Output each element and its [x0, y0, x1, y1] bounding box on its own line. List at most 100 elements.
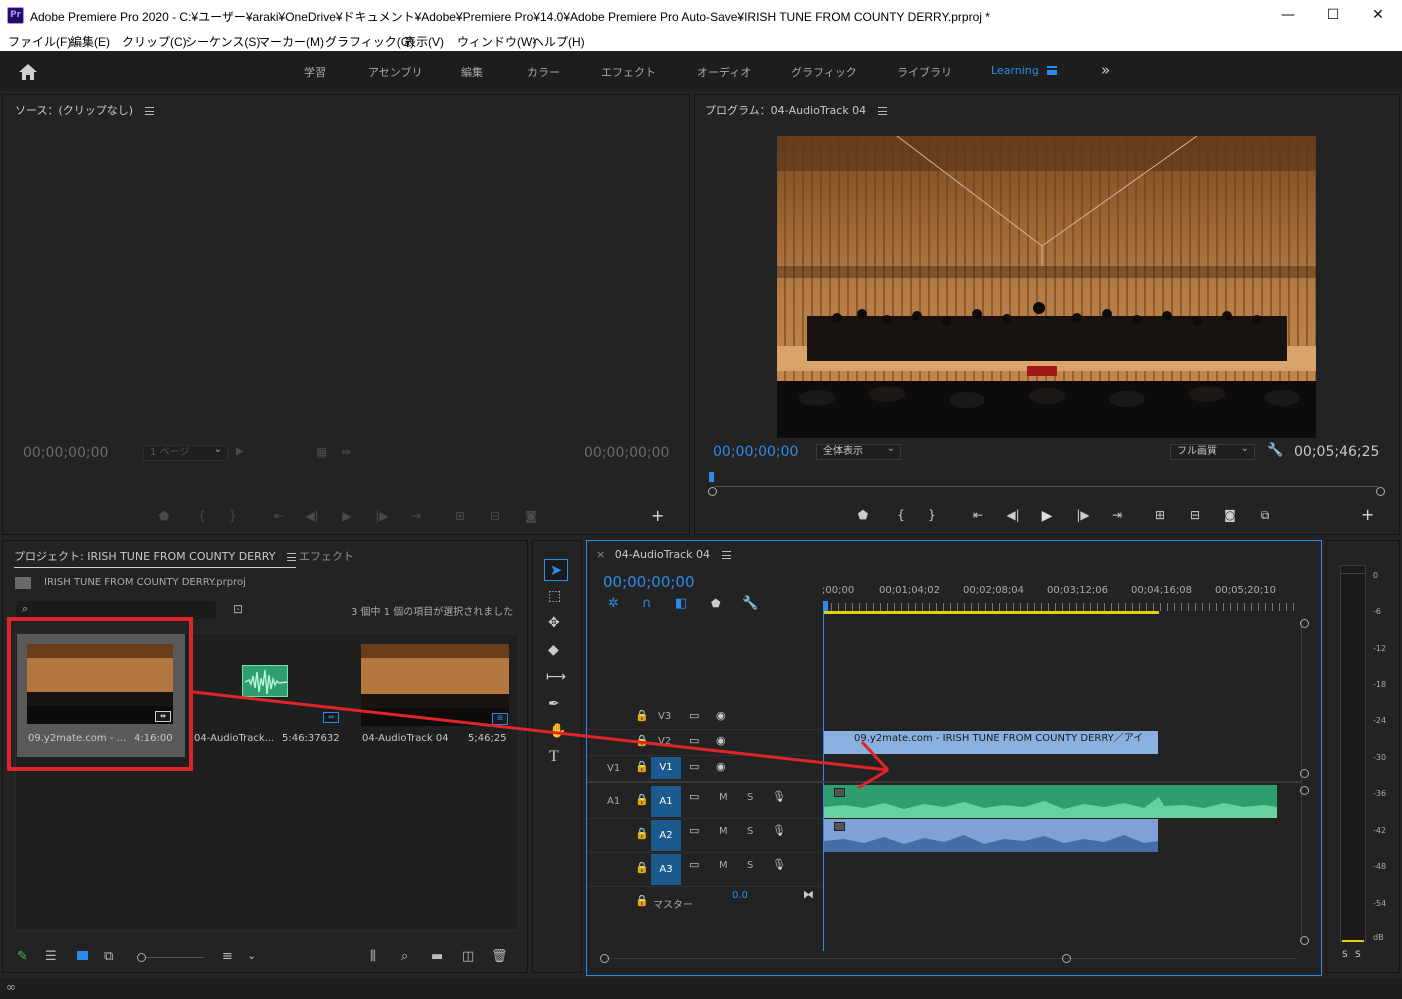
sync-lock-icon[interactable]: ▭	[689, 760, 699, 773]
program-scrub-bar[interactable]	[715, 486, 1379, 487]
track-target-a3[interactable]: A3	[651, 854, 681, 885]
timeline-close-icon[interactable]: ×	[596, 548, 605, 561]
insert-icon[interactable]: ⊞	[449, 509, 471, 523]
project-tab[interactable]: プロジェクト: IRISH TUNE FROM COUNTY DERRY	[14, 548, 296, 568]
source-patch-a1[interactable]: A1	[607, 796, 620, 807]
find-icon[interactable]: ⌕	[401, 949, 408, 964]
project-item[interactable]: ⇹ 04-AudioTrack... 5:46:37632	[188, 634, 352, 757]
step-back-icon[interactable]: ◀|	[301, 509, 323, 523]
track-target-a2[interactable]: A2	[651, 820, 681, 851]
microphone-icon[interactable]: 🎙	[772, 858, 786, 871]
scroll-handle[interactable]	[1300, 936, 1309, 945]
razor-tool-icon[interactable]: ◆	[548, 642, 559, 658]
ws-tab-effects[interactable]: エフェクト	[601, 64, 656, 80]
lock-icon[interactable]: 🔒	[635, 760, 649, 773]
wrench-icon[interactable]: 🔧	[1267, 443, 1283, 458]
maximize-button[interactable]: ☐	[1311, 4, 1355, 26]
ws-tab-learning[interactable]: Learning	[991, 64, 1039, 77]
menu-window[interactable]: ウィンドウ(W)	[457, 33, 536, 50]
eye-icon[interactable]: ◉	[716, 734, 726, 747]
icon-view-icon[interactable]	[77, 951, 88, 960]
nest-sequences-icon[interactable]: ✲	[608, 596, 619, 611]
source-timecode-in[interactable]: 00;00;00;00	[23, 445, 108, 461]
trash-icon[interactable]: 🗑	[491, 949, 508, 964]
freeform-view-icon[interactable]: ⧉	[104, 949, 113, 964]
microphone-icon[interactable]: 🎙	[772, 824, 786, 837]
ws-tab-audio[interactable]: オーディオ	[697, 64, 751, 80]
lock-icon[interactable]: 🔒	[635, 827, 649, 840]
go-to-edit-point-icon[interactable]: ⧓	[803, 888, 814, 901]
menu-help[interactable]: ヘルプ(H)	[532, 33, 585, 50]
video-clip-v2[interactable]: 09.y2mate.com - IRISH TUNE FROM COUNTY D…	[824, 731, 1158, 754]
ws-tab-learn[interactable]: 学習	[304, 64, 326, 80]
more-workspaces-icon[interactable]: »	[1101, 61, 1110, 79]
zoom-handle-right[interactable]	[1376, 487, 1385, 496]
mark-out-icon[interactable]: }	[921, 508, 943, 522]
project-item[interactable]: ⊞ 04-AudioTrack 04 5;46;25	[354, 634, 518, 757]
source-patch-v1[interactable]: V1	[607, 763, 620, 774]
microphone-icon[interactable]: 🎙	[772, 790, 786, 803]
zoom-slider-track[interactable]	[146, 957, 204, 958]
horizontal-scroll-track[interactable]	[605, 958, 1297, 959]
mark-in-icon[interactable]: {	[191, 509, 213, 523]
chevron-down-icon[interactable]: ⌄	[247, 949, 256, 962]
eye-icon[interactable]: ◉	[716, 709, 726, 722]
extract-icon[interactable]: ⊟	[1184, 508, 1206, 522]
zoom-handle-right[interactable]	[1062, 954, 1071, 963]
home-icon[interactable]	[18, 63, 38, 81]
lock-icon[interactable]: 🔒	[635, 894, 649, 907]
ripple-edit-tool-icon[interactable]: ✥	[548, 615, 560, 631]
audio-clip-a2[interactable]	[824, 819, 1158, 852]
effects-tab[interactable]: エフェクト	[299, 548, 354, 564]
program-timeruler[interactable]	[707, 472, 1385, 496]
solo-button[interactable]: S	[747, 826, 753, 837]
lift-icon[interactable]: ⊞	[1149, 508, 1171, 522]
overwrite-icon[interactable]: ⊟	[484, 509, 506, 523]
program-video-frame[interactable]	[777, 136, 1316, 438]
ws-tab-libraries[interactable]: ライブラリ	[897, 64, 952, 80]
add-marker-icon[interactable]: ⬟	[711, 597, 721, 610]
export-frame-icon[interactable]: ◙	[1219, 508, 1241, 522]
export-frame-icon[interactable]: ◙	[520, 509, 542, 523]
source-add-button[interactable]: +	[651, 506, 664, 525]
ws-tab-graphics[interactable]: グラフィック	[791, 64, 857, 80]
video-audio-divider[interactable]	[587, 781, 1302, 783]
master-volume-value[interactable]: 0.0	[732, 890, 748, 901]
pencil-icon[interactable]: ✎	[17, 949, 28, 964]
menu-sequence[interactable]: シーケンス(S)	[185, 33, 260, 50]
zoom-slider-handle[interactable]	[137, 953, 146, 962]
mark-in-icon[interactable]: {	[890, 508, 912, 522]
step-forward-icon[interactable]: |▶	[371, 509, 393, 523]
track-target-a1[interactable]: A1	[651, 786, 681, 817]
solo-button[interactable]: S	[747, 860, 753, 871]
panel-menu-icon[interactable]	[286, 553, 296, 561]
menu-view[interactable]: 表示(V)	[404, 33, 444, 50]
pen-tool-icon[interactable]: ✒	[548, 696, 560, 712]
lock-icon[interactable]: 🔒	[635, 861, 649, 874]
minimize-button[interactable]: —	[1266, 4, 1310, 26]
mute-button[interactable]: M	[719, 792, 728, 803]
creative-cloud-icon[interactable]: ∞	[6, 980, 16, 994]
sync-lock-icon[interactable]: ▭	[689, 709, 699, 722]
linked-selection-icon[interactable]: ◧	[675, 596, 687, 611]
go-to-out-icon[interactable]: ⇥	[1106, 508, 1128, 522]
scroll-handle[interactable]	[1300, 619, 1309, 628]
go-to-in-icon[interactable]: ⇤	[268, 509, 290, 523]
timeline-tab[interactable]: × 04-AudioTrack 04	[596, 548, 731, 561]
mute-button[interactable]: M	[719, 860, 728, 871]
zoom-handle-left[interactable]	[600, 954, 609, 963]
mark-out-icon[interactable]: }	[222, 509, 244, 523]
timeline-ruler-ticks[interactable]	[824, 603, 1298, 611]
program-quality-select[interactable]: フル画質	[1170, 442, 1255, 460]
sync-lock-icon[interactable]: ▭	[689, 790, 699, 803]
play-icon[interactable]: ▶	[336, 509, 358, 523]
track-select-tool-icon[interactable]: ⬚	[548, 588, 561, 604]
vertical-scroll-track[interactable]	[1301, 621, 1302, 941]
program-timecode[interactable]: 00;00;00;00	[713, 444, 798, 460]
sync-lock-icon[interactable]: ▭	[689, 734, 699, 747]
source-page-select[interactable]: 1 ページ	[143, 443, 228, 461]
step-back-icon[interactable]: ◀|	[1002, 508, 1024, 522]
hand-tool-icon[interactable]: ✋	[549, 723, 566, 739]
comparison-view-icon[interactable]: ⧉	[1254, 508, 1276, 523]
menu-marker[interactable]: マーカー(M)	[258, 33, 324, 50]
